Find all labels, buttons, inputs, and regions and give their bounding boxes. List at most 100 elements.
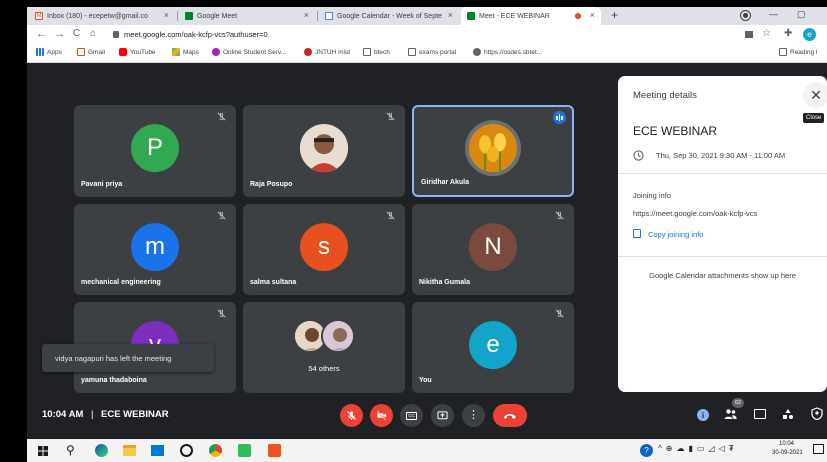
more-options-button[interactable]: ⋮ <box>462 404 485 427</box>
chrome-icon[interactable] <box>208 443 223 458</box>
bookmark-youtube[interactable]: YouTube <box>119 48 156 56</box>
meeting-name: ECE WEBINAR <box>633 124 718 138</box>
restore-button[interactable]: ▢ <box>797 9 806 20</box>
participant-tile[interactable]: s salma sultana <box>243 204 405 295</box>
tab-close-icon[interactable]: × <box>304 10 309 20</box>
mic-off-icon <box>386 211 395 220</box>
gmail-icon: M <box>35 12 43 20</box>
bookmark-maps[interactable]: Maps <box>172 48 199 56</box>
others-count: 54 others <box>308 364 340 373</box>
copy-joining-info-button[interactable]: Copy joining info <box>648 230 703 239</box>
mic-off-icon <box>555 211 564 220</box>
avatar: N <box>469 222 517 271</box>
help-icon[interactable]: ? <box>640 444 653 457</box>
screenshot-root: M Inbox (180) - ecepetw@gmail.co × Googl… <box>0 0 827 462</box>
captions-button[interactable]: CC <box>400 404 423 427</box>
tulip-photo <box>469 124 517 173</box>
extensions-icon[interactable]: ✚ <box>784 28 792 39</box>
mic-off-icon <box>386 112 395 121</box>
more-vert-icon: ⋮ <box>468 409 479 421</box>
present-screen-button[interactable] <box>431 404 454 427</box>
leave-call-button[interactable] <box>493 404 527 427</box>
mic-off-icon <box>555 309 564 318</box>
tab-gmail-label: Inbox (180) - ecepetw@gmail.co <box>47 12 148 20</box>
tab-search-icon[interactable] <box>740 10 751 21</box>
file-explorer-icon[interactable] <box>123 445 136 456</box>
participant-tile[interactable]: N Nikitha Gumala <box>412 204 574 295</box>
participant-name: Pavani priya <box>81 181 123 188</box>
tab-meet-ece-webinar[interactable]: Meet - ECE WEBINAR × <box>461 7 601 25</box>
panel-header: Meeting details <box>633 90 697 101</box>
bookmark-jntuh[interactable]: JNTUH mist <box>304 48 350 56</box>
tab-google-calendar[interactable]: Google Calendar - Week of Septe × <box>319 7 459 25</box>
windows-start-icon[interactable] <box>38 446 48 456</box>
profile-avatar[interactable]: e <box>803 28 816 41</box>
left-meeting-toast: vidya nagapuri has left the meeting <box>42 344 214 372</box>
reading-list[interactable]: Reading l <box>779 48 817 56</box>
globe-icon <box>212 48 220 56</box>
reload-icon[interactable]: C <box>73 28 80 39</box>
mail-icon[interactable] <box>151 445 164 456</box>
captions-icon: CC <box>406 411 417 420</box>
windows-taskbar: ⚲ ? ^⊕☁▮▭◿◁₮ 10:04 30-09-2021 <box>27 439 827 462</box>
new-tab-button[interactable]: + <box>611 8 618 22</box>
tab-google-meet[interactable]: Google Meet × <box>179 7 315 25</box>
system-tray-icons[interactable]: ^⊕☁▮▭◿◁₮ <box>658 444 738 453</box>
mic-off-icon <box>217 112 226 121</box>
app-icon[interactable] <box>180 444 193 457</box>
meet-icon <box>185 12 193 20</box>
minimize-button[interactable]: — <box>769 9 778 19</box>
meeting-time: 10:04 AM <box>42 409 84 420</box>
tab-close-icon[interactable]: × <box>164 10 169 20</box>
participant-tile[interactable]: P Pavani priya <box>74 105 236 197</box>
bookmark-exams-portal[interactable]: exams portal <box>408 48 456 56</box>
back-icon[interactable]: ← <box>36 28 47 40</box>
forward-icon[interactable]: → <box>54 28 65 40</box>
participant-tile[interactable]: Raja Posupo <box>243 105 405 197</box>
people-button[interactable]: 62 <box>724 398 744 421</box>
meeting-details-panel: Meeting details ✕ Close ECE WEBINAR Thu,… <box>618 76 827 392</box>
bookmarks-bar: Apps Gmail YouTube Maps Online Student S… <box>27 45 827 63</box>
tab-close-icon[interactable]: × <box>590 10 595 20</box>
host-controls-icon[interactable] <box>811 407 823 420</box>
meeting-details-info-icon[interactable]: i <box>697 409 709 421</box>
browser-toolbar: ← → C ⌂ meet.google.com/oak-kcfp-vcs?aut… <box>27 25 827 45</box>
calendar-icon <box>325 12 333 20</box>
activities-icon[interactable] <box>782 408 794 420</box>
bookmark-star-icon[interactable]: ☆ <box>762 28 771 39</box>
bookmark-online-student[interactable]: Online Student Serv... <box>212 48 286 56</box>
bookmark-osdes[interactable]: https://osdes.sbtet... <box>473 48 542 56</box>
app-orange-icon[interactable] <box>268 444 281 457</box>
youtube-icon <box>119 48 127 56</box>
bookmark-btech[interactable]: btech <box>363 48 390 56</box>
close-icon[interactable]: ✕ <box>803 82 827 108</box>
participant-tile[interactable]: m mechanical engineering <box>74 204 236 295</box>
others-tile[interactable]: 54 others <box>243 302 405 393</box>
meet-icon <box>467 12 475 20</box>
self-tile[interactable]: e You <box>412 302 574 393</box>
attachments-note: Google Calendar attachments show up here <box>649 271 796 280</box>
microphone-toggle-button[interactable] <box>340 404 363 427</box>
meeting-datetime: Thu, Sep 30, 2021 9:30 AM - 11:00 AM <box>656 151 786 160</box>
bookmark-apps[interactable]: Apps <box>36 48 62 56</box>
tab-meet-label: Google Meet <box>197 12 238 20</box>
participant-tile-speaking[interactable]: Giridhar Akula <box>412 105 574 197</box>
bookmark-gmail[interactable]: Gmail <box>77 48 105 56</box>
clock-date[interactable]: 30-09-2021 <box>772 450 803 456</box>
home-icon[interactable]: ⌂ <box>90 28 96 39</box>
tab-gmail[interactable]: M Inbox (180) - ecepetw@gmail.co × <box>29 7 175 25</box>
tab-close-icon[interactable]: × <box>448 10 453 20</box>
notifications-icon[interactable] <box>813 444 824 454</box>
camera-in-use-icon[interactable] <box>745 31 753 38</box>
meet-stage: P Pavani priya Raja Posupo Giridhar Akul… <box>27 63 827 439</box>
camera-toggle-button[interactable] <box>370 404 393 427</box>
app-green-icon[interactable] <box>238 444 251 457</box>
url-field[interactable]: meet.google.com/oak-kcfp-vcs?authuser=0 <box>107 27 667 43</box>
joining-url: https://meet.google.com/oak-kcfp-vcs <box>633 209 758 218</box>
mic-off-icon <box>347 411 356 421</box>
chat-icon[interactable] <box>754 409 766 419</box>
edge-icon[interactable] <box>95 444 108 457</box>
search-icon[interactable]: ⚲ <box>66 443 75 457</box>
clock-time[interactable]: 10:04 <box>779 441 794 447</box>
present-icon <box>437 411 448 420</box>
